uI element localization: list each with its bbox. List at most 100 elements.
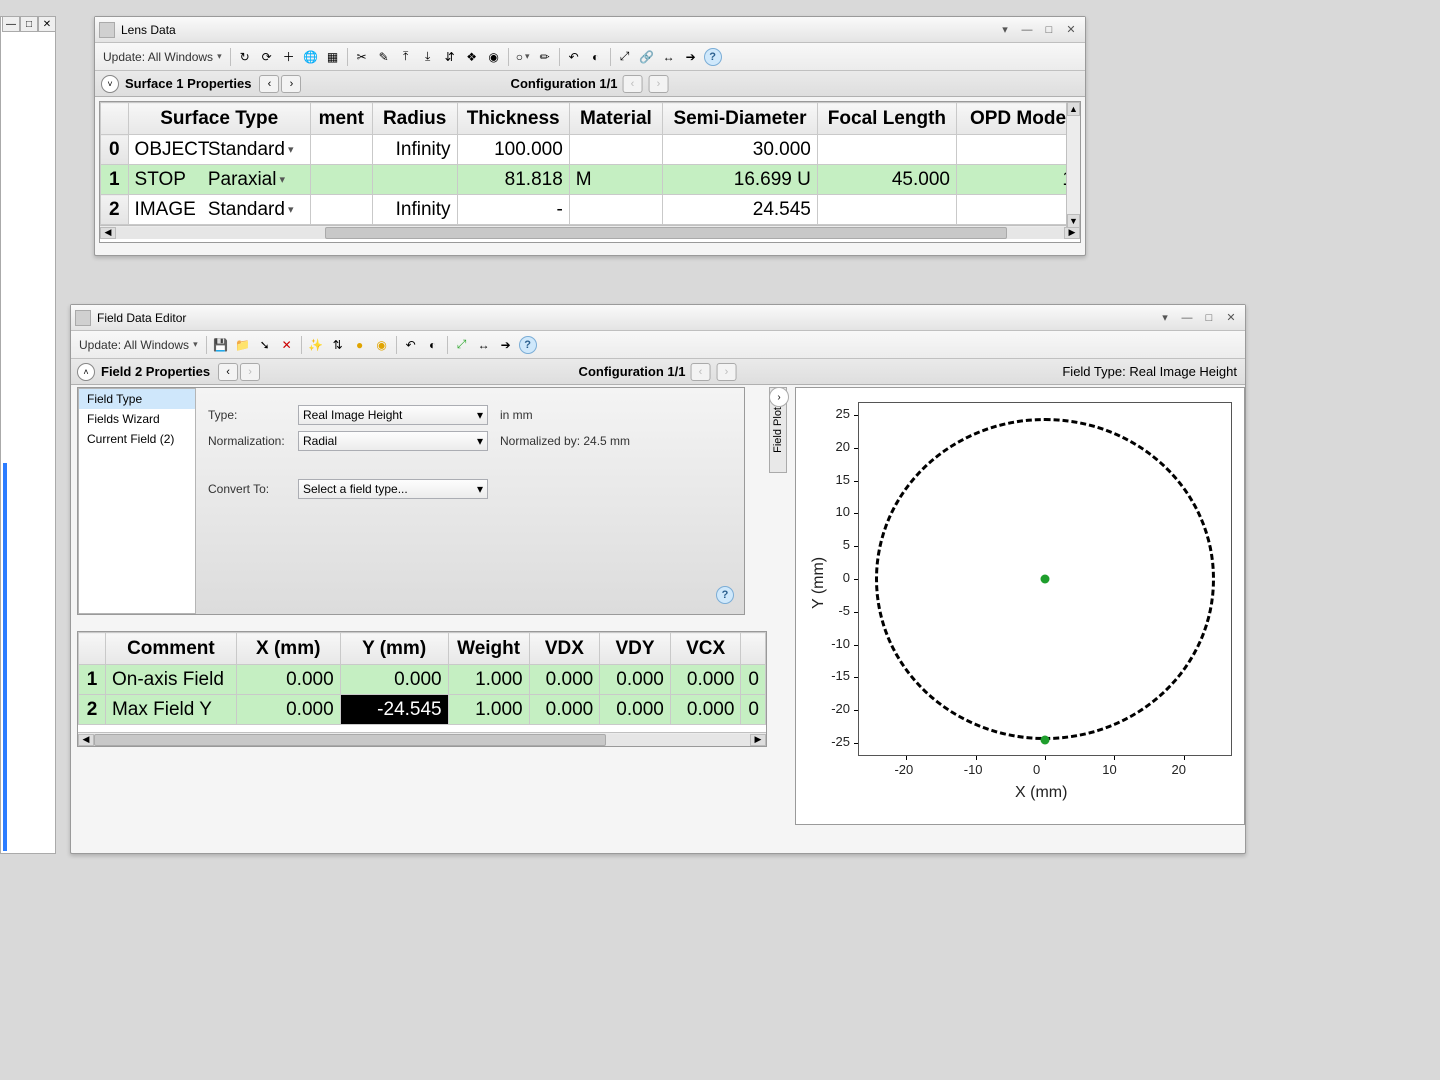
field-titlebar[interactable]: Field Data Editor ▾ — □ ✕ (71, 305, 1245, 331)
circle1-icon[interactable]: ● (350, 335, 370, 355)
plot-collapse-icon[interactable]: › (769, 387, 789, 407)
link-icon[interactable]: 🔗 (637, 47, 657, 67)
refresh-icon[interactable]: ↻ (235, 47, 255, 67)
norm-select[interactable]: Radial▾ (298, 431, 488, 451)
lens-col-4[interactable]: Material (569, 103, 662, 135)
field-cell-y-2[interactable]: -24.545 (340, 695, 448, 725)
lens-vscroll[interactable]: ▲ ▼ (1066, 102, 1080, 228)
lens-close[interactable]: ✕ (1061, 22, 1081, 38)
panel-help-icon[interactable]: ? (716, 586, 734, 604)
field-col-4[interactable]: VDX (529, 633, 600, 665)
lens-row-1[interactable]: 1STOP Paraxial81.818M16.699 U45.0001 (101, 165, 1080, 195)
field-dropdown-ctrl[interactable]: ▾ (1155, 310, 1175, 326)
sort-icon[interactable]: ⇅ (328, 335, 348, 355)
lens-maximize[interactable]: □ (1039, 22, 1059, 38)
expand2-icon[interactable]: ⤢ (452, 335, 472, 355)
stub-minimize[interactable]: — (2, 16, 20, 32)
config-prev[interactable]: ‹ (622, 75, 642, 93)
globe-icon[interactable]: 🌐 (301, 47, 321, 67)
field-col-1[interactable]: X (mm) (236, 633, 340, 665)
grid-icon[interactable]: ▦ (323, 47, 343, 67)
config-next[interactable]: › (648, 75, 668, 93)
lens-col-0[interactable]: Surface Type (128, 103, 310, 135)
type-select[interactable]: Real Image Height▾ (298, 405, 488, 425)
field-next[interactable]: › (240, 363, 260, 381)
delete-icon[interactable]: ⤓ (418, 47, 438, 67)
stub-close[interactable]: ✕ (38, 16, 56, 32)
lens-spreadsheet[interactable]: Surface TypementRadiusThicknessMaterialS… (99, 101, 1081, 243)
lens-minimize[interactable]: — (1017, 22, 1037, 38)
delete-x-icon[interactable]: ✕ (277, 335, 297, 355)
play2-icon[interactable]: ➔ (496, 335, 516, 355)
lens-row-0[interactable]: 0OBJECT StandardInfinity100.00030.000 (101, 135, 1080, 165)
field-maximize[interactable]: □ (1199, 310, 1219, 326)
field-update-dropdown[interactable]: Update: All Windows (75, 338, 202, 352)
field-col-6[interactable]: VCX (670, 633, 741, 665)
tree-fields-wizard[interactable]: Fields Wizard (79, 409, 195, 429)
surface-prev[interactable]: ‹ (259, 75, 279, 93)
field-minimize[interactable]: — (1177, 310, 1197, 326)
lens-titlebar[interactable]: Lens Data ▾ — □ ✕ (95, 17, 1085, 43)
folder-icon[interactable]: 📁 (233, 335, 253, 355)
surface-next[interactable]: › (281, 75, 301, 93)
add-icon[interactable]: ＋ (279, 47, 299, 67)
refresh-all-icon[interactable]: ⟳ (257, 47, 277, 67)
left-right-icon[interactable]: ↔ (659, 47, 679, 67)
x-tick: 0 (1033, 762, 1040, 777)
lens-row-2[interactable]: 2IMAGE StandardInfinity-24.545 (101, 195, 1080, 225)
field-col-2[interactable]: Y (mm) (340, 633, 448, 665)
update-dropdown[interactable]: Update: All Windows (99, 50, 226, 64)
lens-col-2[interactable]: Radius (372, 103, 457, 135)
leaf-icon[interactable]: ❖ (462, 47, 482, 67)
undo2-icon[interactable]: ↶ (401, 335, 421, 355)
lens-col-6[interactable]: Focal Length (817, 103, 956, 135)
lens-col-1[interactable]: ment (310, 103, 372, 135)
field-hscroll[interactable]: ◀ ▶ (78, 732, 766, 746)
help2-icon[interactable]: ? (518, 335, 538, 355)
field-spreadsheet[interactable]: CommentX (mm)Y (mm)WeightVDXVDYVCX 1On-a… (77, 631, 767, 747)
field-row-1[interactable]: 1On-axis Field0.0000.0001.0000.0000.0000… (79, 665, 766, 695)
tree-field-type[interactable]: Field Type (79, 389, 195, 409)
x-tick: 10 (1102, 762, 1116, 777)
lens-dropdown-ctrl[interactable]: ▾ (995, 22, 1015, 38)
stub-maximize[interactable]: □ (20, 16, 38, 32)
field-collapse-icon[interactable]: ˄ (77, 363, 95, 381)
stub-scrollbar[interactable] (3, 463, 7, 851)
toggle-icon[interactable]: ◐ (586, 47, 606, 67)
link2-icon[interactable]: ↔ (474, 335, 494, 355)
convert-select[interactable]: Select a field type...▾ (298, 479, 488, 499)
lens-col-5[interactable]: Semi-Diameter (663, 103, 818, 135)
lens-col-7[interactable]: OPD Mode (956, 103, 1079, 135)
field-cell-y-1[interactable]: 0.000 (340, 665, 448, 695)
swap-icon[interactable]: ⇵ (440, 47, 460, 67)
tree-current-field[interactable]: Current Field (2) (79, 429, 195, 449)
field-close[interactable]: ✕ (1221, 310, 1241, 326)
insert-icon[interactable]: ⤒ (396, 47, 416, 67)
field-config-next[interactable]: › (716, 363, 736, 381)
wand-icon[interactable]: ✨ (306, 335, 326, 355)
lens-col-3[interactable]: Thickness (457, 103, 569, 135)
lens-icon (99, 22, 115, 38)
circle2-icon[interactable]: ◉ (372, 335, 392, 355)
collapse-icon[interactable]: ˅ (101, 75, 119, 93)
field-col-3[interactable]: Weight (448, 633, 529, 665)
lens-hscroll[interactable]: ◀ ▶ (100, 225, 1080, 239)
field-row-2[interactable]: 2Max Field Y0.000-24.5451.0000.0000.0000… (79, 695, 766, 725)
expand-icon[interactable]: ⤢ (615, 47, 635, 67)
apply-icon[interactable]: ➘ (255, 335, 275, 355)
tool-1-icon[interactable]: ✂ (352, 47, 372, 67)
field-prev[interactable]: ‹ (218, 363, 238, 381)
aperture-icon[interactable]: ○ (513, 47, 533, 67)
y-axis-label: Y (mm) (810, 557, 828, 609)
save-icon[interactable]: 💾 (211, 335, 231, 355)
undo-icon[interactable]: ↶ (564, 47, 584, 67)
brush-icon[interactable]: ✏ (535, 47, 555, 67)
field-config-prev[interactable]: ‹ (690, 363, 710, 381)
help-icon[interactable]: ? (703, 47, 723, 67)
sphere-icon[interactable]: ◉ (484, 47, 504, 67)
field-col-0[interactable]: Comment (105, 633, 236, 665)
play-icon[interactable]: ➔ (681, 47, 701, 67)
tool-2-icon[interactable]: ✎ (374, 47, 394, 67)
toggle2-icon[interactable]: ◐ (423, 335, 443, 355)
field-col-5[interactable]: VDY (600, 633, 671, 665)
